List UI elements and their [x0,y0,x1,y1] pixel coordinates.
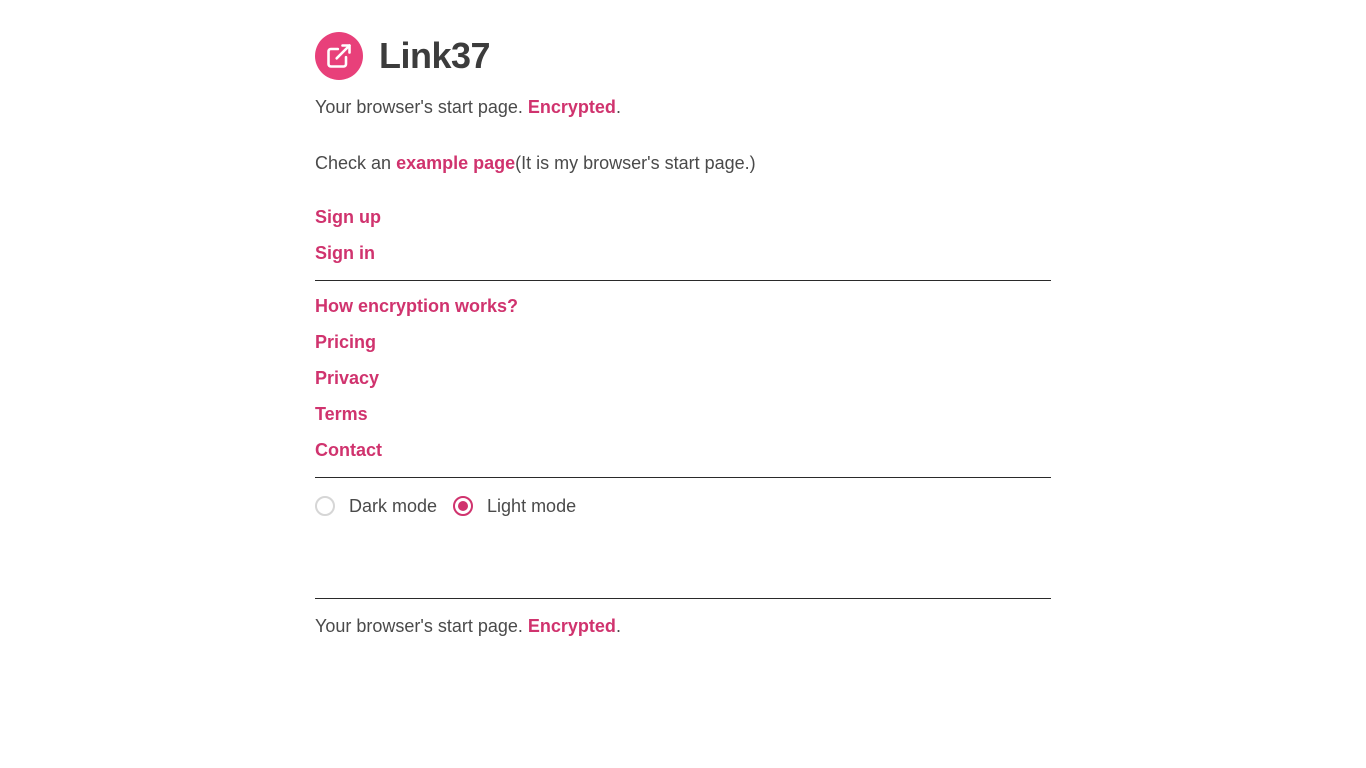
encrypted-link[interactable]: Encrypted [528,97,616,117]
divider [315,477,1051,478]
divider [315,280,1051,281]
light-mode-option[interactable]: Light mode [453,496,576,517]
example-suffix: (It is my browser's start page.) [515,153,756,173]
light-mode-label: Light mode [487,495,577,516]
example-prefix: Check an [315,153,392,173]
footer-encrypted-link[interactable]: Encrypted [528,616,616,636]
example-line: Check an example page(It is my browser's… [315,153,756,174]
sign-in-link[interactable]: Sign in [315,243,375,264]
tagline: Your browser's start page. Encrypted. [315,97,621,118]
footer-suffix: . [615,616,621,636]
example-page-link[interactable]: example page [396,153,515,173]
pricing-link[interactable]: Pricing [315,332,376,353]
header: Link37 [315,32,491,80]
external-link-icon [327,44,351,68]
sign-up-link[interactable]: Sign up [315,207,381,228]
dark-mode-option[interactable]: Dark mode [315,496,437,517]
tagline-prefix: Your browser's start page. [315,97,523,117]
logo[interactable] [315,32,363,80]
privacy-link[interactable]: Privacy [315,368,379,389]
footer-divider [315,598,1051,599]
dark-mode-radio[interactable] [315,496,335,516]
dark-mode-label: Dark mode [349,495,438,516]
terms-link[interactable]: Terms [315,404,368,425]
tagline-suffix: . [615,97,621,117]
footer-tagline: Your browser's start page. Encrypted. [315,616,621,637]
light-mode-radio[interactable] [453,496,474,516]
how-encryption-works-link[interactable]: How encryption works? [315,296,518,317]
footer-prefix: Your browser's start page. [315,616,523,636]
theme-selector: Dark mode Light mode [315,494,576,518]
brand-name: Link37 [379,35,491,76]
contact-link[interactable]: Contact [315,440,382,461]
